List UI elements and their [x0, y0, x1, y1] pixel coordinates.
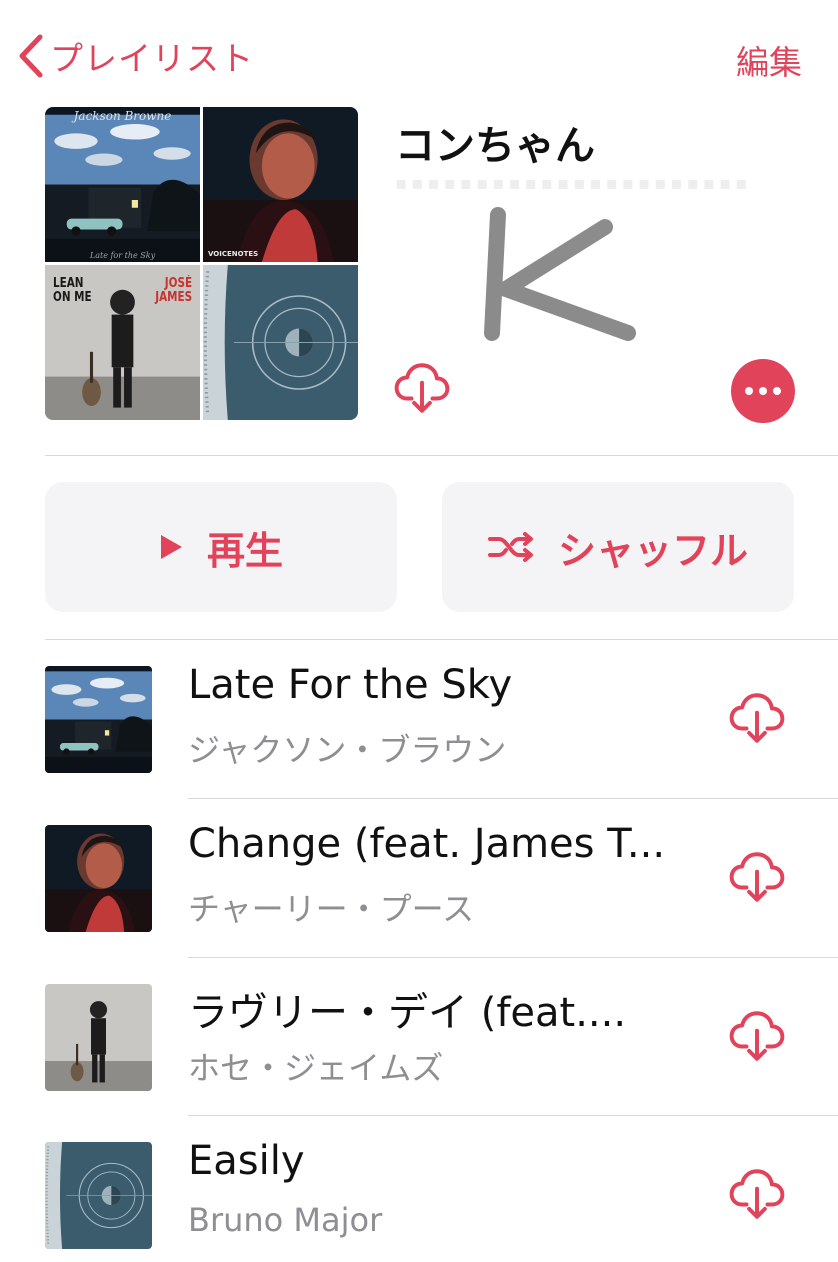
- cloud-download-icon[interactable]: [726, 849, 788, 905]
- shuffle-icon: [487, 532, 533, 562]
- track-row[interactable]: Late For the Sky ジャクソン・ブラウン: [0, 640, 838, 798]
- back-label: プレイリスト: [50, 39, 254, 78]
- artwork-tile-artist-line: JOSÉ: [164, 276, 192, 291]
- track-artist: ジャクソン・ブラウン: [188, 731, 507, 769]
- artwork-tile-voicenotes: VOICENOTES: [203, 107, 358, 262]
- artwork-tile-album: VOICENOTES: [208, 250, 259, 258]
- playlist-description-handwritten-mark: K: [470, 205, 636, 341]
- track-row[interactable]: ラヴリー・デイ (feat.... ホセ・ジェイムズ: [0, 958, 838, 1116]
- playlist-header: Jackson Browne Late for the Sky VOICENOT…: [0, 105, 838, 425]
- playlist-title: コンちゃん: [395, 123, 595, 169]
- shuffle-label: シャッフル: [557, 528, 748, 573]
- track-title: Change (feat. James T...: [188, 821, 666, 867]
- play-icon: [160, 535, 182, 559]
- cloud-download-icon[interactable]: [726, 690, 788, 746]
- track-artist: チャーリー・プース: [188, 890, 475, 928]
- download-playlist-icon[interactable]: [392, 360, 452, 416]
- cloud-download-icon[interactable]: [726, 1008, 788, 1064]
- artwork-tile-jackson-browne: Jackson Browne Late for the Sky: [45, 107, 200, 262]
- artwork-tile-artist-line: JAMES: [155, 290, 192, 305]
- ellipsis-icon: [745, 387, 753, 395]
- track-title: ラヴリー・デイ (feat....: [188, 990, 627, 1036]
- artwork-tile-title-line: LEAN: [53, 276, 84, 291]
- artwork-tile-album: Late for the Sky: [89, 251, 156, 260]
- track-title: Easily: [188, 1138, 305, 1184]
- artwork-tile-artist: Jackson Browne: [73, 109, 172, 123]
- divider: [45, 455, 838, 456]
- more-options-button[interactable]: [731, 359, 795, 423]
- track-artist: Bruno Major: [188, 1201, 383, 1239]
- track-artwork: [45, 666, 152, 773]
- artwork-tile-bruno-major: [203, 265, 358, 420]
- playlist-description-text: K: [470, 205, 471, 206]
- track-artwork: [45, 984, 152, 1091]
- edit-button[interactable]: 編集: [736, 36, 802, 84]
- back-button[interactable]: プレイリスト: [18, 32, 254, 80]
- track-artist: ホセ・ジェイムズ: [188, 1049, 444, 1087]
- play-label: 再生: [206, 528, 283, 573]
- artwork-tile-jose-james: LEAN ON ME JOSÉ JAMES: [45, 265, 200, 420]
- chevron-left-icon: [19, 34, 43, 78]
- track-row[interactable]: Easily Bruno Major: [0, 1116, 838, 1262]
- play-button[interactable]: 再生: [45, 482, 397, 612]
- artwork-tile-title-line: ON ME: [53, 290, 92, 305]
- track-row[interactable]: Change (feat. James T... チャーリー・プース: [0, 799, 838, 957]
- track-title: Late For the Sky: [188, 662, 513, 708]
- navigation-bar: プレイリスト 編集: [0, 0, 838, 100]
- track-artwork: [45, 1142, 152, 1249]
- shuffle-button[interactable]: シャッフル: [442, 482, 794, 612]
- cloud-download-icon[interactable]: [726, 1166, 788, 1222]
- track-artwork: [45, 825, 152, 932]
- playlist-subtitle-redacted: ▪▪▪▪▪▪▪▪▪▪▪▪▪▪▪▪▪▪▪▪▪▪: [395, 173, 752, 194]
- playlist-artwork: Jackson Browne Late for the Sky VOICENOT…: [45, 107, 358, 420]
